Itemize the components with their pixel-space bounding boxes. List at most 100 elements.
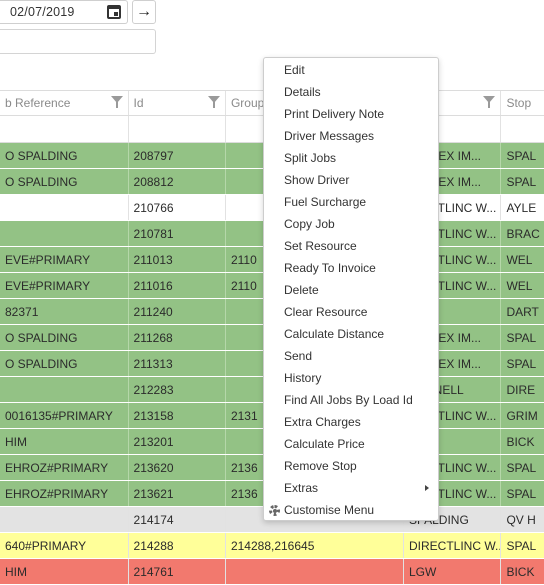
menu-item-label: Extras [284, 481, 319, 495]
menu-item-label: Clear Resource [284, 305, 368, 319]
cell-job-reference: O SPALDING [0, 325, 129, 350]
cell-stop: DIRE [506, 382, 536, 397]
filter-cell[interactable] [0, 116, 129, 142]
cell-id: 211240 [129, 299, 226, 324]
cell-id: 213620 [129, 455, 226, 480]
cell-job-reference: 82371 [0, 299, 129, 324]
column-header-job-reference[interactable]: b Reference [0, 91, 129, 115]
date-value: 02/07/2019 [10, 5, 75, 19]
cell-id: 211013 [129, 247, 226, 272]
menu-item-label: Delete [284, 283, 319, 297]
menu-item-label: Calculate Distance [284, 327, 385, 341]
menu-item-ready-to-invoice[interactable]: Ready To Invoice [264, 257, 438, 279]
cell-job-reference: EHROZ#PRIMARY [0, 455, 129, 480]
menu-item-label: Set Resource [284, 239, 357, 253]
cell-id: 211268 [129, 325, 226, 350]
column-header-label: Group [230, 96, 265, 110]
cell-job-reference: 640#PRIMARY [0, 533, 129, 558]
menu-item-label: Copy Job [284, 217, 335, 231]
arrow-right-icon: → [136, 3, 152, 20]
menu-item-find-all-jobs-by-load-id[interactable]: Find All Jobs By Load Id [264, 389, 438, 411]
cell-id: 208797 [129, 143, 226, 168]
date-input[interactable]: 02/07/2019 [0, 0, 128, 24]
menu-item-set-resource[interactable]: Set Resource [264, 235, 438, 257]
menu-item-edit[interactable]: Edit [264, 59, 438, 81]
cell-stop: BRAC [506, 226, 540, 241]
cell-job-reference [0, 221, 129, 246]
menu-item-clear-resource[interactable]: Clear Resource [264, 301, 438, 323]
cell-id: 211313 [129, 351, 226, 376]
cell-job-reference: 0016135#PRIMARY [0, 403, 129, 428]
gear-icon [269, 505, 280, 516]
menu-item-history[interactable]: History [264, 367, 438, 389]
menu-item-calculate-distance[interactable]: Calculate Distance [264, 323, 438, 345]
menu-item-label: Send [284, 349, 313, 363]
column-header-id[interactable]: Id [129, 91, 226, 115]
cell-stop: BICK [506, 564, 535, 579]
menu-item-print-delivery-note[interactable]: Print Delivery Note [264, 103, 438, 125]
menu-item-label: Customise Menu [284, 503, 375, 517]
cell-stop: SPAL [506, 148, 537, 163]
cell-id: 214174 [129, 507, 226, 532]
table-row[interactable]: HIM 214761 LGW BICK [0, 559, 544, 585]
cell-stop: WEL [506, 278, 533, 293]
menu-item-label: Find All Jobs By Load Id [284, 393, 413, 407]
menu-item-show-driver[interactable]: Show Driver [264, 169, 438, 191]
menu-item-remove-stop[interactable]: Remove Stop [264, 455, 438, 477]
menu-item-extras[interactable]: Extras [264, 477, 438, 499]
calendar-icon[interactable] [107, 5, 121, 19]
cell-id: 208812 [129, 169, 226, 194]
menu-item-label: Remove Stop [284, 459, 357, 473]
menu-item-label: Print Delivery Note [284, 107, 385, 121]
menu-item-extra-charges[interactable]: Extra Charges [264, 411, 438, 433]
cell-id: 213621 [129, 481, 226, 506]
menu-item-details[interactable]: Details [264, 81, 438, 103]
menu-item-label: Driver Messages [284, 129, 375, 143]
filter-text-input[interactable] [0, 29, 156, 54]
cell-stop: SPAL [506, 486, 537, 501]
menu-item-fuel-surcharge[interactable]: Fuel Surcharge [264, 191, 438, 213]
filter-icon[interactable] [483, 96, 496, 108]
menu-item-label: Fuel Surcharge [284, 195, 367, 209]
cell-job-reference: O SPALDING [0, 169, 129, 194]
menu-item-driver-messages[interactable]: Driver Messages [264, 125, 438, 147]
menu-item-label: History [284, 371, 322, 385]
filter-icon[interactable] [110, 96, 123, 108]
cell-job-reference: O SPALDING [0, 351, 129, 376]
cell-id: 210766 [129, 195, 226, 220]
filter-cell[interactable] [129, 116, 226, 142]
menu-item-delete[interactable]: Delete [264, 279, 438, 301]
column-header-stop[interactable]: Stop [501, 91, 544, 115]
cell-stop-1: DIRECTLINC W... [404, 533, 502, 558]
cell-group [226, 559, 404, 584]
go-arrow-button[interactable]: → [132, 0, 156, 24]
cell-stop: QV H [506, 512, 536, 527]
cell-stop: BICK [506, 434, 535, 449]
cell-job-reference: HIM [0, 429, 129, 454]
cell-id: 210781 [129, 221, 226, 246]
cell-stop: GRIM [506, 408, 538, 423]
context-menu: Edit Details Print Delivery Note Driver Mes… [263, 57, 439, 521]
filter-icon[interactable] [207, 96, 220, 108]
cell-stop: SPAL [506, 538, 537, 553]
table-row[interactable]: 640#PRIMARY 214288 214288,216645 DIRECTLINC… [0, 533, 544, 559]
column-header-label: Stop [506, 96, 532, 110]
filter-cell[interactable] [501, 116, 544, 142]
menu-item-label: Extra Charges [284, 415, 361, 429]
menu-item-label: Calculate Price [284, 437, 365, 451]
cell-job-reference [0, 377, 129, 402]
menu-item-split-jobs[interactable]: Split Jobs [264, 147, 438, 169]
menu-item-calculate-price[interactable]: Calculate Price [264, 433, 438, 455]
cell-stop: SPAL [506, 460, 537, 475]
cell-job-reference: EVE#PRIMARY [0, 273, 129, 298]
menu-item-copy-job[interactable]: Copy Job [264, 213, 438, 235]
menu-item-customise-menu[interactable]: Customise Menu [264, 499, 438, 521]
cell-job-reference: EHROZ#PRIMARY [0, 481, 129, 506]
cell-stop: DART [506, 304, 539, 319]
menu-item-send[interactable]: Send [264, 345, 438, 367]
cell-id: 211016 [129, 273, 226, 298]
column-header-label: Id [133, 96, 144, 110]
cell-stop-1: LGW [404, 559, 502, 584]
cell-stop: AYLE [506, 200, 537, 215]
menu-item-label: Edit [284, 63, 305, 77]
